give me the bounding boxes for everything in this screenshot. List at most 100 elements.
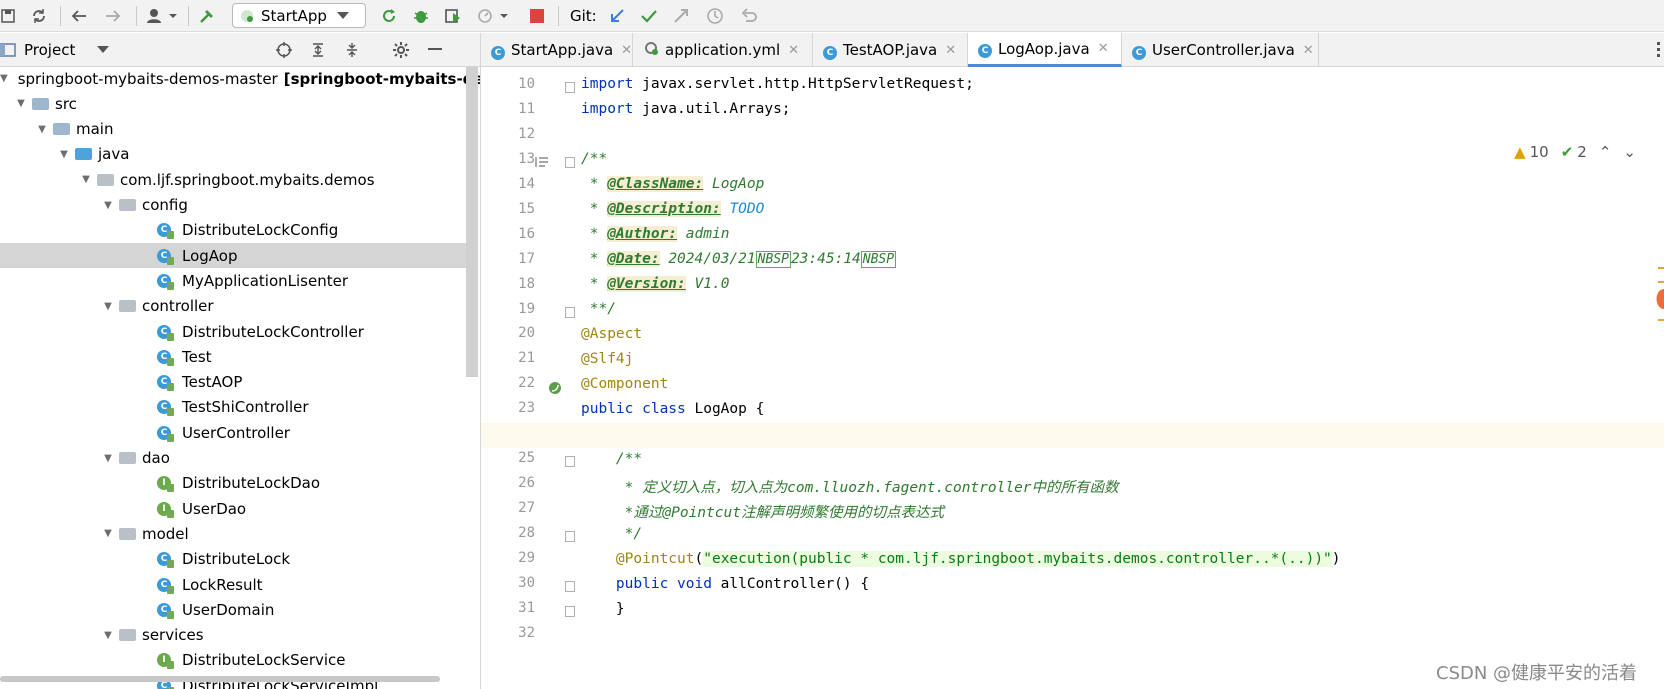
expand-arrow-icon[interactable]: ▼ — [0, 73, 8, 84]
tree-item[interactable]: C UserDomain — [0, 597, 466, 622]
tab-overflow-icon[interactable] — [1656, 41, 1662, 61]
inspection-widget[interactable]: ▲ 10 ✔ 2 ⌃ ⌄ — [1514, 143, 1636, 161]
tree-item[interactable]: ▼ config — [0, 193, 466, 218]
expand-arrow-icon[interactable]: ▼ — [79, 174, 93, 185]
close-icon[interactable]: ✕ — [621, 43, 632, 58]
run-coverage-icon[interactable] — [442, 5, 464, 27]
tree-horizontal-scrollbar[interactable] — [0, 676, 440, 682]
fold-marker-icon[interactable] — [565, 531, 575, 543]
tree-item[interactable]: I DistributeLockDao — [0, 471, 466, 496]
tree-item[interactable]: C LogAop — [0, 243, 466, 269]
fold-marker-icon[interactable] — [565, 81, 575, 93]
tree-item[interactable]: ▼ model — [0, 521, 466, 546]
code-line-18: * @Version: V1.0 — [581, 276, 730, 292]
tree-item-label: DistributeLockDao — [182, 474, 321, 493]
line-number: 13 — [518, 150, 535, 167]
rerun-icon[interactable] — [378, 5, 400, 27]
git-rollback-icon[interactable] — [738, 5, 760, 27]
fold-marker-icon[interactable] — [565, 456, 575, 468]
expand-arrow-icon[interactable]: ▼ — [101, 301, 115, 312]
chevron-down-icon[interactable]: ⌄ — [1623, 143, 1636, 161]
tree-item[interactable]: C DistributeLockConfig — [0, 218, 466, 243]
build-hammer-icon[interactable] — [196, 5, 218, 27]
expand-arrow-icon[interactable]: ▼ — [35, 124, 49, 135]
line-number: 30 — [518, 574, 535, 591]
code-area[interactable]: import javax.servlet.http.HttpServletReq… — [481, 67, 1664, 689]
tree-item[interactable]: I DistributeLockService — [0, 648, 466, 673]
debug-bug-icon[interactable] — [410, 5, 432, 27]
tree-item[interactable]: ▼ springboot-mybaits-demos-master [spring… — [0, 67, 480, 91]
tree-item[interactable]: C TestAOP — [0, 370, 466, 395]
expand-arrow-icon[interactable]: ▼ — [57, 149, 71, 160]
code-editor[interactable]: 9101112131415161718192021222324252627282… — [481, 67, 1664, 689]
tab-usercontroller[interactable]: C UserController.java ✕ — [1122, 33, 1319, 67]
tree-item-label: dao — [142, 449, 170, 467]
check-count: 2 — [1577, 143, 1587, 161]
tree-item[interactable]: ▼ java — [0, 142, 466, 167]
close-icon[interactable]: ✕ — [788, 43, 799, 58]
tree-scrollbar[interactable] — [466, 67, 478, 377]
save-icon[interactable] — [0, 5, 16, 27]
chevron-up-icon[interactable]: ⌃ — [1599, 143, 1612, 161]
line-number: 22 — [518, 375, 535, 392]
tree-item[interactable]: I UserDao — [0, 496, 466, 521]
vcs-user-icon[interactable] — [144, 5, 180, 27]
java-class-icon: C — [823, 41, 837, 60]
project-panel-title[interactable]: Project — [24, 41, 75, 59]
folder-icon — [32, 97, 49, 110]
close-icon[interactable]: ✕ — [1098, 41, 1109, 56]
expand-arrow-icon[interactable]: ▼ — [101, 453, 115, 464]
java-class-icon: C — [1132, 41, 1146, 60]
access-lock-icon — [167, 357, 174, 366]
tree-item[interactable]: ▼ dao — [0, 446, 466, 471]
git-history-icon[interactable] — [704, 5, 726, 27]
error-stripe-marker[interactable] — [1654, 267, 1664, 327]
tab-logaop[interactable]: C LogAop.java ✕ — [968, 33, 1122, 67]
back-arrow-icon[interactable] — [68, 5, 90, 27]
locate-target-icon[interactable] — [276, 42, 292, 58]
expand-arrow-icon[interactable]: ▼ — [101, 200, 115, 211]
gear-icon[interactable] — [392, 41, 410, 59]
expand-arrow-icon[interactable]: ▼ — [101, 630, 115, 641]
access-lock-icon — [167, 231, 174, 240]
spring-bean-icon[interactable] — [547, 380, 563, 396]
sync-icon[interactable] — [28, 5, 50, 27]
tree-item[interactable]: ▼ controller — [0, 294, 466, 319]
forward-arrow-icon[interactable] — [102, 5, 124, 27]
fold-marker-icon[interactable] — [565, 605, 575, 617]
git-push-icon[interactable] — [670, 5, 692, 27]
expand-all-icon[interactable] — [310, 42, 326, 58]
tree-item[interactable]: C LockResult — [0, 572, 466, 597]
access-lock-icon — [167, 610, 174, 619]
expand-arrow-icon[interactable]: ▼ — [101, 528, 115, 539]
tree-item[interactable]: C UserController — [0, 420, 466, 445]
tab-application-yml[interactable]: application.yml ✕ — [633, 33, 813, 67]
git-update-icon[interactable] — [606, 5, 628, 27]
close-icon[interactable]: ✕ — [1303, 43, 1314, 58]
tab-testaop[interactable]: C TestAOP.java ✕ — [813, 33, 968, 67]
fold-marker-icon[interactable] — [565, 306, 575, 318]
tab-startapp[interactable]: C StartApp.java ✕ — [481, 33, 633, 67]
stop-icon[interactable] — [526, 5, 548, 27]
minimize-icon[interactable] — [428, 48, 442, 52]
expand-arrow-icon[interactable]: ▼ — [14, 98, 28, 109]
line-number: 31 — [518, 599, 535, 616]
tree-item[interactable]: C Test — [0, 344, 466, 369]
fold-marker-icon[interactable] — [565, 156, 575, 168]
tree-item[interactable]: C MyApplicationLisenter — [0, 268, 466, 293]
tree-item[interactable]: ▼ com.ljf.springboot.mybaits.demos — [0, 167, 466, 192]
git-commit-check-icon[interactable] — [638, 5, 660, 27]
collapse-all-icon[interactable] — [344, 42, 360, 58]
tree-item[interactable]: ▼ services — [0, 623, 466, 648]
tree-item[interactable]: ▼ main — [0, 117, 466, 142]
tree-item[interactable]: C DistributeLockController — [0, 319, 466, 344]
close-icon[interactable]: ✕ — [945, 43, 956, 58]
tree-item[interactable]: C TestShiController — [0, 395, 466, 420]
line-number-gutter: 9101112131415161718192021222324252627282… — [481, 67, 571, 689]
tree-item[interactable]: ▼ src — [0, 91, 466, 116]
rendered-doc-icon[interactable] — [535, 155, 549, 169]
fold-marker-icon[interactable] — [565, 580, 575, 592]
run-configuration-select[interactable]: StartApp — [232, 3, 366, 28]
tree-item[interactable]: C DistributeLock — [0, 547, 466, 572]
profiler-icon[interactable] — [474, 5, 514, 27]
